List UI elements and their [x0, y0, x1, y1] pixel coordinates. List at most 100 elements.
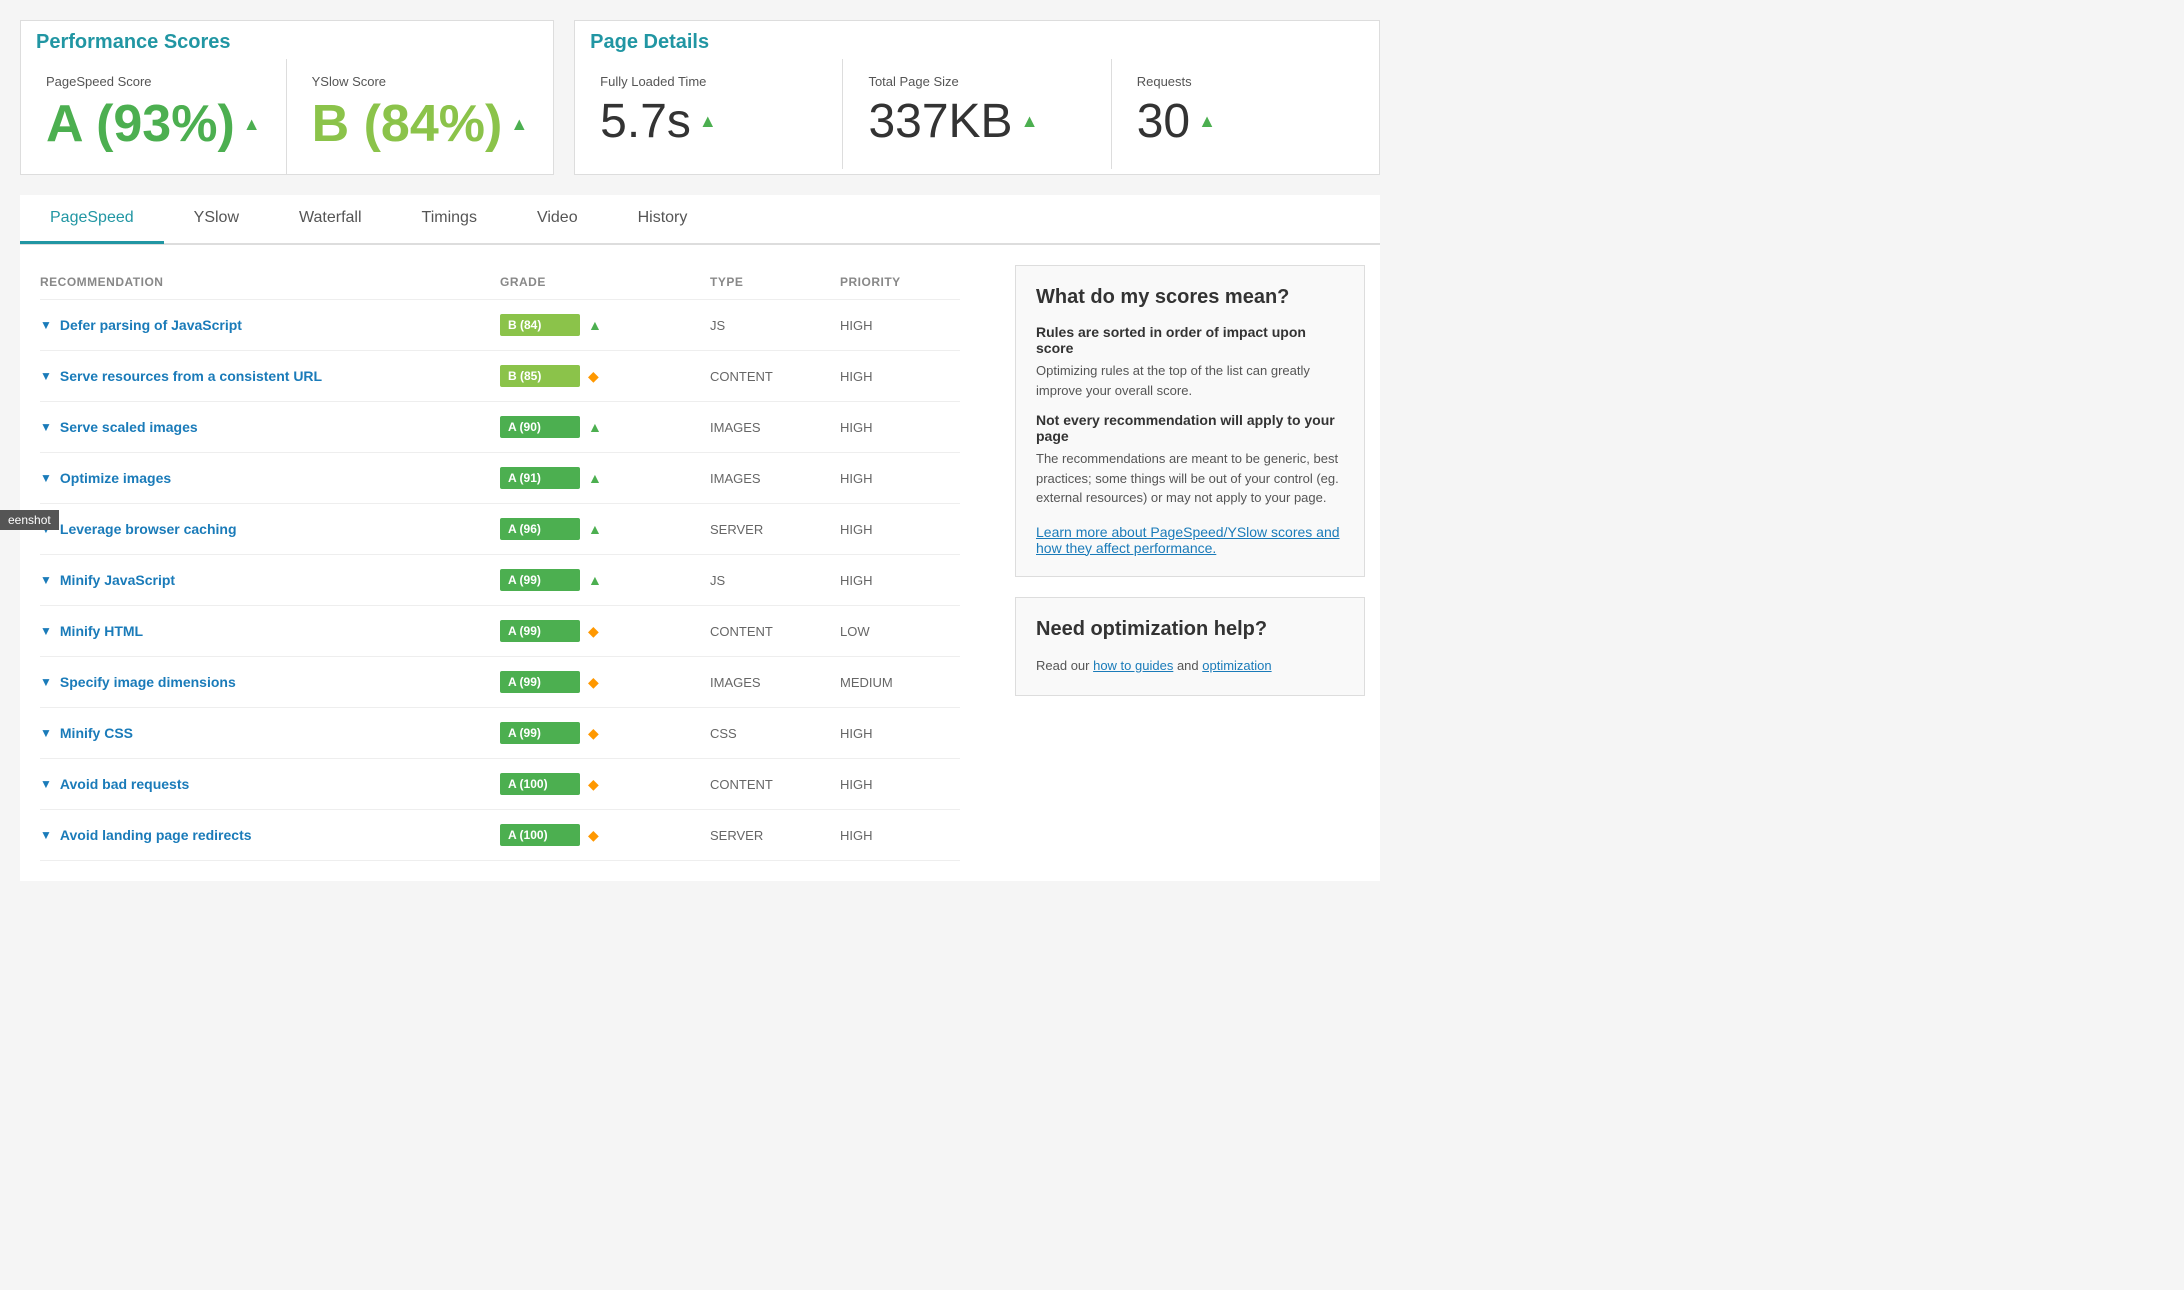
tab-history[interactable]: History [608, 195, 718, 244]
type-cell: CONTENT [710, 624, 830, 639]
type-cell: IMAGES [710, 471, 830, 486]
recommendation-name[interactable]: ▼ Avoid landing page redirects [40, 827, 490, 843]
fully-loaded-card: Fully Loaded Time 5.7s ▲ [575, 59, 842, 169]
expand-arrow-icon[interactable]: ▼ [40, 573, 52, 587]
priority-cell: HIGH [840, 573, 960, 588]
grade-bar-container: A (100) ◆ [500, 773, 700, 795]
table-row: ▼ Avoid bad requests A (100) ◆ CONTENT H… [40, 759, 960, 810]
priority-cell: HIGH [840, 726, 960, 741]
pagespeed-score-label: PageSpeed Score [46, 74, 261, 89]
fully-loaded-label: Fully Loaded Time [600, 74, 817, 89]
requests-trend-icon: ▲ [1198, 111, 1216, 132]
requests-label: Requests [1137, 74, 1354, 89]
how-to-guides-link[interactable]: how to guides [1093, 658, 1173, 673]
optimization-link[interactable]: optimization [1202, 658, 1271, 673]
recommendation-name[interactable]: ▼ Minify CSS [40, 725, 490, 741]
table-header: RECOMMENDATION GRADE TYPE PRIORITY [40, 265, 960, 300]
tab-video[interactable]: Video [507, 195, 608, 244]
rule1-title: Rules are sorted in order of impact upon… [1036, 324, 1344, 356]
fully-loaded-trend-icon: ▲ [699, 111, 717, 132]
tab-timings[interactable]: Timings [392, 195, 507, 244]
yslow-trend-icon: ▲ [510, 114, 528, 135]
table-row: ▼ Optimize images A (91) ▲ IMAGES HIGH [40, 453, 960, 504]
grade-bar: A (99) [500, 620, 580, 642]
priority-cell: MEDIUM [840, 675, 960, 690]
recommendation-name[interactable]: ▼ Minify HTML [40, 623, 490, 639]
grade-trend-icon: ◆ [588, 725, 599, 742]
expand-arrow-icon[interactable]: ▼ [40, 471, 52, 485]
grade-bar: B (85) [500, 365, 580, 387]
grade-bar: A (96) [500, 518, 580, 540]
type-cell: SERVER [710, 828, 830, 843]
priority-cell: HIGH [840, 522, 960, 537]
total-size-card: Total Page Size 337KB ▲ [842, 59, 1110, 169]
recommendation-name[interactable]: ▼ Defer parsing of JavaScript [40, 317, 490, 333]
table-row: ▼ Serve resources from a consistent URL … [40, 351, 960, 402]
grade-bar-container: A (99) ◆ [500, 671, 700, 693]
type-cell: CSS [710, 726, 830, 741]
expand-arrow-icon[interactable]: ▼ [40, 828, 52, 842]
grade-bar-container: A (99) ▲ [500, 569, 700, 591]
grade-trend-icon: ▲ [588, 470, 602, 486]
tab-pagespeed[interactable]: PageSpeed [20, 195, 164, 244]
col-header-type: TYPE [710, 275, 830, 289]
grade-bar: A (90) [500, 416, 580, 438]
grade-bar: A (99) [500, 671, 580, 693]
help-box-title: Need optimization help? [1036, 618, 1344, 641]
grade-bar-container: A (100) ◆ [500, 824, 700, 846]
requests-value: 30 ▲ [1137, 94, 1354, 149]
expand-arrow-icon[interactable]: ▼ [40, 675, 52, 689]
expand-arrow-icon[interactable]: ▼ [40, 624, 52, 638]
total-size-value: 337KB ▲ [868, 94, 1085, 149]
yslow-score-value: B (84%) ▲ [312, 94, 529, 154]
help-box-text: Read our how to guides and optimization [1036, 656, 1344, 676]
recommendation-name[interactable]: ▼ Specify image dimensions [40, 674, 490, 690]
table-row: ▼ Minify CSS A (99) ◆ CSS HIGH [40, 708, 960, 759]
rule1-text: Optimizing rules at the top of the list … [1036, 361, 1344, 400]
tab-yslow[interactable]: YSlow [164, 195, 269, 244]
table-row: ▼ Minify JavaScript A (99) ▲ JS HIGH [40, 555, 960, 606]
yslow-score-card: YSlow Score B (84%) ▲ [286, 59, 554, 174]
performance-scores-block: Performance Scores PageSpeed Score A (93… [20, 20, 554, 175]
type-cell: SERVER [710, 522, 830, 537]
scores-info-box: What do my scores mean? Rules are sorted… [1015, 265, 1365, 577]
grade-trend-icon: ◆ [588, 623, 599, 640]
recommendation-name[interactable]: ▼ Serve resources from a consistent URL [40, 368, 490, 384]
expand-arrow-icon[interactable]: ▼ [40, 420, 52, 434]
recommendation-name[interactable]: ▼ Leverage browser caching [40, 521, 490, 537]
recommendation-name[interactable]: ▼ Optimize images [40, 470, 490, 486]
priority-cell: HIGH [840, 471, 960, 486]
type-cell: CONTENT [710, 369, 830, 384]
grade-trend-icon: ◆ [588, 674, 599, 691]
main-content: RECOMMENDATION GRADE TYPE PRIORITY ▼ Def… [20, 245, 1380, 881]
tab-waterfall[interactable]: Waterfall [269, 195, 392, 244]
table-row: ▼ Avoid landing page redirects A (100) ◆… [40, 810, 960, 861]
col-header-recommendation: RECOMMENDATION [40, 275, 490, 289]
priority-cell: HIGH [840, 318, 960, 333]
recommendation-name[interactable]: ▼ Minify JavaScript [40, 572, 490, 588]
priority-cell: HIGH [840, 828, 960, 843]
grade-bar-container: A (99) ◆ [500, 620, 700, 642]
recommendation-name[interactable]: ▼ Avoid bad requests [40, 776, 490, 792]
total-size-label: Total Page Size [868, 74, 1085, 89]
expand-arrow-icon[interactable]: ▼ [40, 369, 52, 383]
priority-cell: LOW [840, 624, 960, 639]
expand-arrow-icon[interactable]: ▼ [40, 726, 52, 740]
priority-cell: HIGH [840, 369, 960, 384]
type-cell: CONTENT [710, 777, 830, 792]
expand-arrow-icon[interactable]: ▼ [40, 318, 52, 332]
grade-trend-icon: ◆ [588, 368, 599, 385]
yslow-score-label: YSlow Score [312, 74, 529, 89]
expand-arrow-icon[interactable]: ▼ [40, 777, 52, 791]
pagespeed-trend-icon: ▲ [243, 114, 261, 135]
grade-bar: A (100) [500, 773, 580, 795]
total-size-trend-icon: ▲ [1021, 111, 1039, 132]
recommendation-name[interactable]: ▼ Serve scaled images [40, 419, 490, 435]
priority-cell: HIGH [840, 420, 960, 435]
col-header-grade: GRADE [500, 275, 700, 289]
tabs-section: PageSpeed YSlow Waterfall Timings Video … [20, 195, 1380, 245]
learn-more-link[interactable]: Learn more about PageSpeed/YSlow scores … [1036, 524, 1340, 556]
pagespeed-score-card: PageSpeed Score A (93%) ▲ [21, 59, 286, 174]
requests-card: Requests 30 ▲ [1111, 59, 1379, 169]
recommendations-list: ▼ Defer parsing of JavaScript B (84) ▲ J… [40, 300, 960, 861]
